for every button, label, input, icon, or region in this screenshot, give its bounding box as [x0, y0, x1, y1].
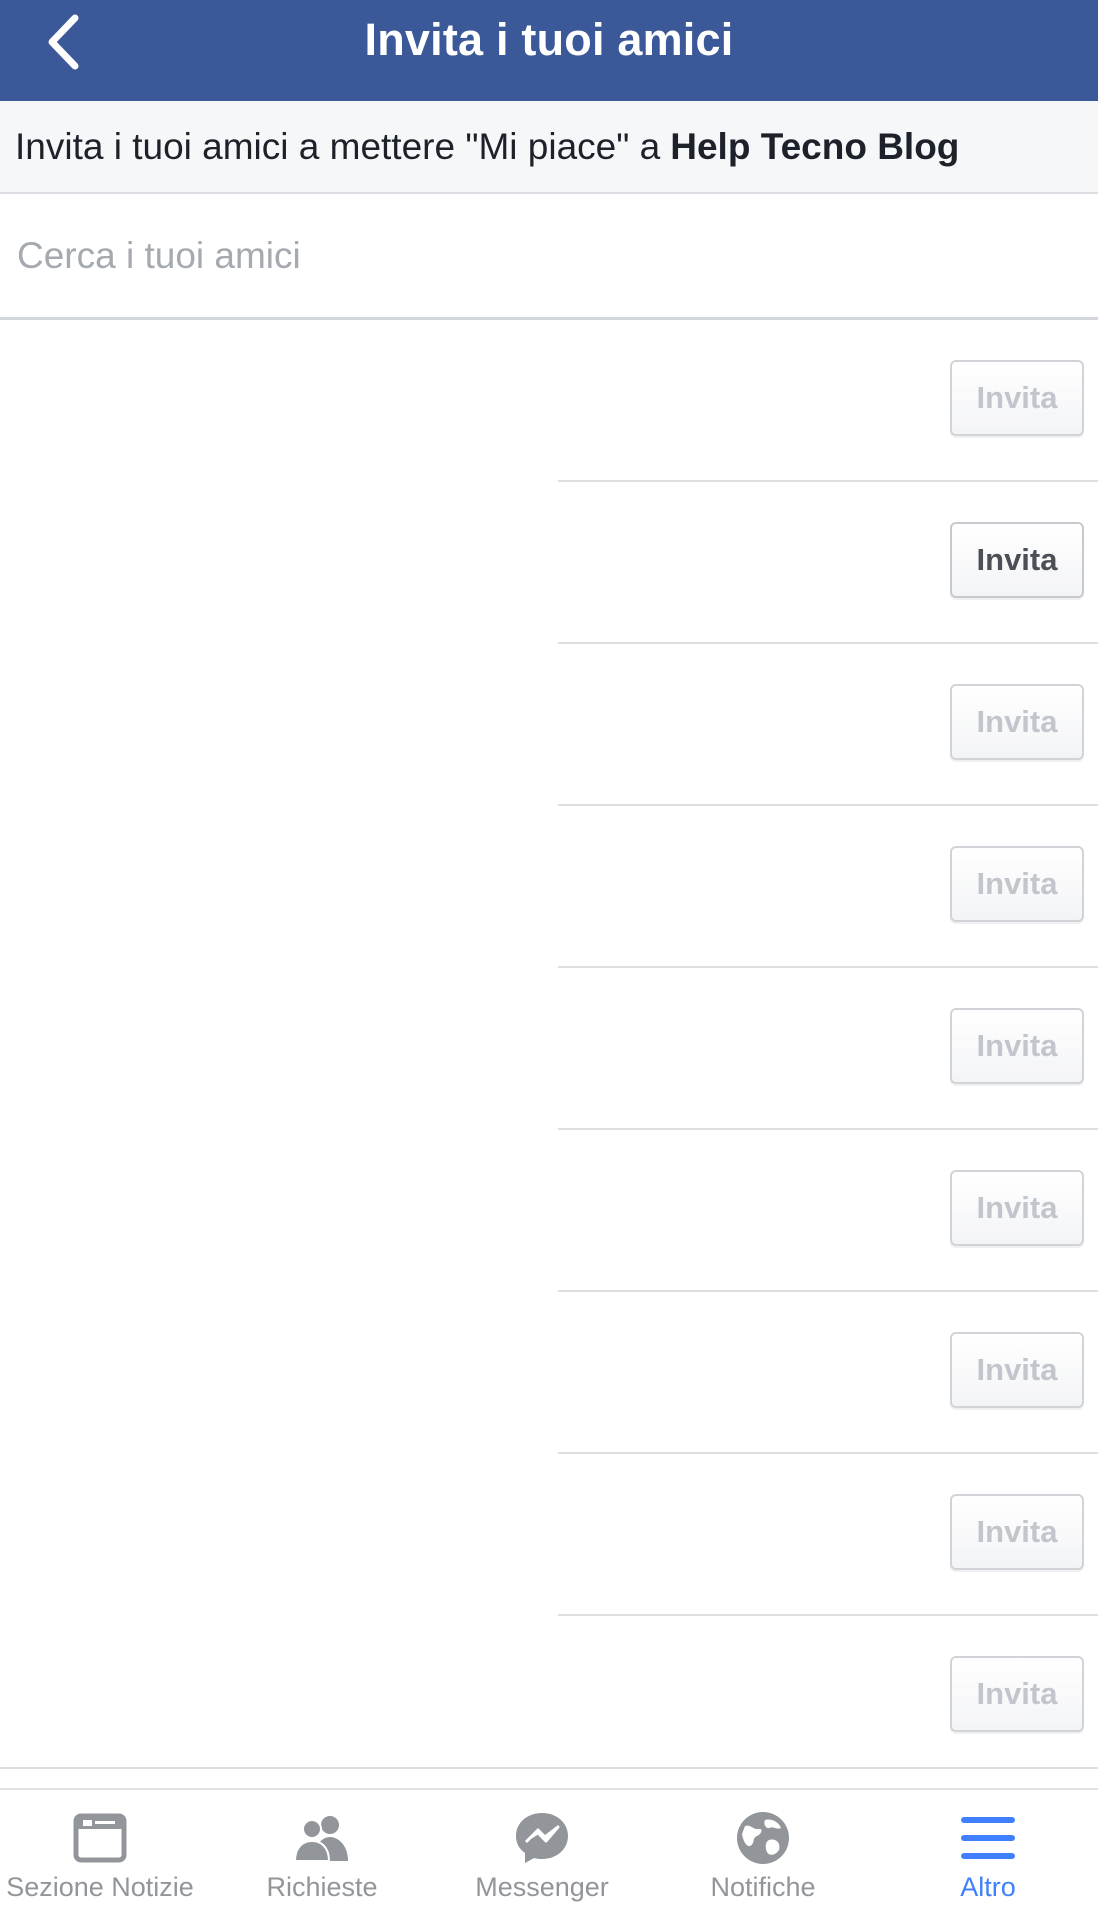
invite-button[interactable]: Invita — [950, 1656, 1084, 1732]
list-bottom-divider — [0, 1767, 1098, 1769]
messenger-icon — [512, 1810, 572, 1866]
friends-list: Invita Invita Invita Invita Invita Invit… — [0, 320, 1098, 1778]
search-input[interactable] — [0, 194, 1098, 317]
search-bar — [0, 194, 1098, 320]
invite-friends-screen: Invita i tuoi amici Invita i tuoi amici … — [0, 0, 1098, 1914]
tab-news-feed[interactable]: Sezione Notizie — [0, 1790, 210, 1914]
top-nav-bar: Invita i tuoi amici — [0, 0, 1098, 101]
invite-button[interactable]: Invita — [950, 1008, 1084, 1084]
friend-row: Invita — [0, 320, 1098, 482]
friend-row: Invita — [0, 482, 1098, 644]
invite-button[interactable]: Invita — [950, 360, 1084, 436]
friend-row: Invita — [0, 1454, 1098, 1616]
tab-friend-requests[interactable]: Richieste — [212, 1790, 432, 1914]
friend-row: Invita — [0, 1616, 1098, 1778]
tab-label: Sezione Notizie — [6, 1872, 194, 1902]
invite-description-text: Invita i tuoi amici a mettere "Mi piace"… — [15, 125, 661, 167]
globe-notifications-icon — [733, 1810, 793, 1866]
tab-notifications[interactable]: Notifiche — [653, 1790, 873, 1914]
invite-description: Invita i tuoi amici a mettere "Mi piace"… — [0, 101, 1098, 194]
invite-button[interactable]: Invita — [950, 846, 1084, 922]
friend-row: Invita — [0, 1292, 1098, 1454]
menu-icon — [958, 1810, 1018, 1866]
tab-label: Messenger — [475, 1872, 609, 1902]
tab-messenger[interactable]: Messenger — [432, 1790, 652, 1914]
friend-row: Invita — [0, 968, 1098, 1130]
tab-label: Richieste — [266, 1872, 378, 1902]
bottom-tab-bar: Sezione Notizie Richieste Messenger Noti… — [0, 1788, 1098, 1914]
friend-requests-icon — [292, 1810, 352, 1866]
friend-row: Invita — [0, 644, 1098, 806]
invite-button[interactable]: Invita — [950, 1170, 1084, 1246]
invite-button[interactable]: Invita — [950, 1332, 1084, 1408]
friend-row: Invita — [0, 1130, 1098, 1292]
invite-button[interactable]: Invita — [950, 1494, 1084, 1570]
news-feed-icon — [70, 1810, 130, 1866]
invite-button[interactable]: Invita — [950, 684, 1084, 760]
friend-row: Invita — [0, 806, 1098, 968]
page-name: Help Tecno Blog — [670, 125, 960, 167]
invite-button[interactable]: Invita — [950, 522, 1084, 598]
tab-more[interactable]: Altro — [878, 1790, 1098, 1914]
page-title: Invita i tuoi amici — [364, 14, 734, 65]
tab-label: Altro — [960, 1872, 1016, 1902]
tab-label: Notifiche — [710, 1872, 816, 1902]
